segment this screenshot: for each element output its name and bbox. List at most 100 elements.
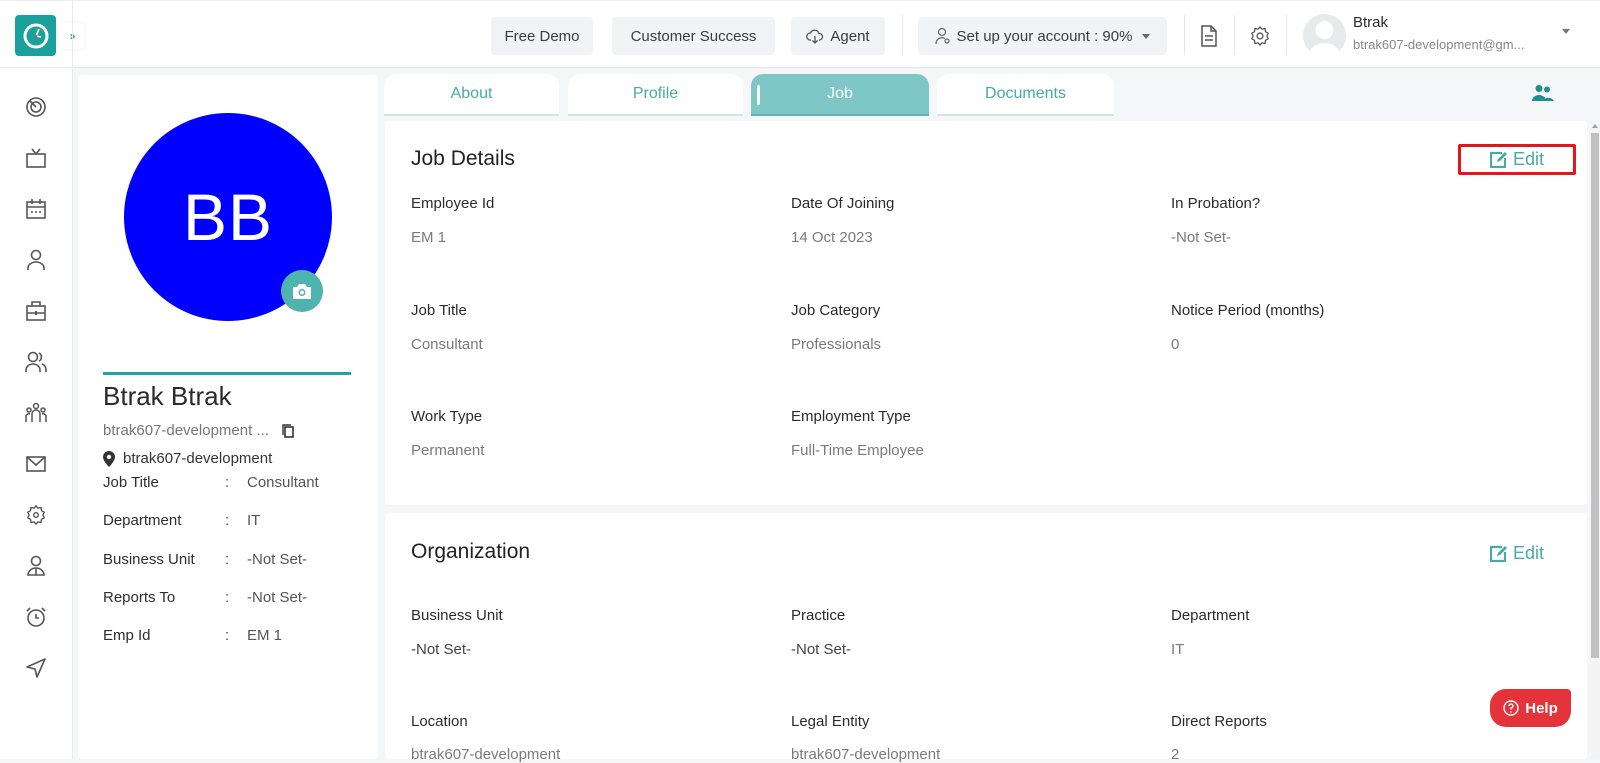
- profile-tabs: About Profile Job Documents: [384, 74, 1600, 118]
- app-logo[interactable]: [15, 15, 56, 56]
- user-name[interactable]: Btrak: [1353, 14, 1388, 31]
- employee-id-value: EM 1: [411, 229, 447, 246]
- nav-users[interactable]: [24, 350, 48, 374]
- nav-alarm[interactable]: [24, 605, 48, 629]
- in-probation-value: -Not Set-: [1171, 229, 1232, 246]
- tab-profile[interactable]: Profile: [568, 74, 743, 116]
- tab-job[interactable]: Job: [751, 74, 929, 116]
- copy-icon[interactable]: [281, 423, 295, 438]
- profile-detail-row: Emp Id : EM 1: [103, 627, 283, 644]
- work-type-value: Permanent: [411, 442, 485, 459]
- profile-location: btrak607-development: [103, 450, 272, 467]
- location-pin-icon: [103, 450, 115, 467]
- field-label: Location: [411, 713, 468, 730]
- profile-detail-row: Reports To : -Not Set-: [103, 589, 308, 606]
- profile-detail-row: Department : IT: [103, 512, 261, 529]
- expand-sidebar-button[interactable]: ›››: [58, 23, 84, 49]
- nav-settings[interactable]: [24, 503, 48, 527]
- department-value: IT: [1171, 641, 1185, 658]
- edit-icon: [1490, 545, 1507, 562]
- cloud-download-icon: [806, 29, 824, 44]
- user-settings-icon: [934, 27, 950, 45]
- nav-team[interactable]: [24, 401, 48, 425]
- job-details-card: Job Details Edit Employee Id EM 1 Date O…: [385, 121, 1587, 505]
- notice-period-value: 0: [1171, 336, 1180, 353]
- tab-documents[interactable]: Documents: [937, 74, 1114, 116]
- scroll-up-arrow-icon[interactable]: [1592, 124, 1598, 128]
- field-label: Direct Reports: [1171, 713, 1267, 730]
- nav-send[interactable]: [24, 656, 48, 680]
- user-icon: [27, 249, 45, 270]
- location-value: btrak607-development: [411, 746, 561, 763]
- profile-divider: [103, 372, 351, 375]
- question-circle-icon: [1503, 700, 1519, 716]
- profile-name: Btrak Btrak: [103, 381, 232, 411]
- legal-entity-value: btrak607-development: [791, 746, 941, 763]
- divider: [902, 15, 903, 55]
- employee-icon: [27, 555, 45, 576]
- user-menu-caret-icon[interactable]: [1562, 29, 1570, 34]
- top-bar: ››› Free Demo Customer Success Agent Set…: [0, 0, 1600, 68]
- job-title-value: Consultant: [411, 336, 483, 353]
- field-label: Notice Period (months): [1171, 302, 1325, 319]
- practice-value: -Not Set-: [791, 641, 852, 658]
- profile-card: BB Btrak Btrak btrak607-development ... …: [78, 75, 378, 759]
- user-avatar[interactable]: [1303, 14, 1346, 57]
- dashboard-icon: [26, 97, 46, 117]
- send-icon: [26, 658, 46, 678]
- field-label: Employment Type: [791, 408, 911, 425]
- tab-about[interactable]: About: [384, 74, 559, 116]
- customer-success-button[interactable]: Customer Success: [612, 17, 775, 55]
- field-label: Job Category: [791, 302, 881, 319]
- profile-detail-row: Job Title : Consultant: [103, 474, 319, 491]
- profile-email: btrak607-development ...: [103, 422, 295, 439]
- scrollbar-thumb[interactable]: [1591, 133, 1599, 658]
- date-of-joining-value: 14 Oct 2023: [791, 229, 873, 246]
- organization-edit-button[interactable]: Edit: [1490, 543, 1544, 564]
- user-email[interactable]: btrak607-development@gm...: [1353, 37, 1524, 52]
- sidebar-divider: [72, 0, 73, 759]
- divider: [1234, 15, 1235, 55]
- job-category-value: Professionals: [791, 336, 882, 353]
- left-navigation: [0, 68, 72, 759]
- profile-detail-row: Business Unit : -Not Set-: [103, 551, 308, 568]
- nav-calendar[interactable]: [24, 197, 48, 221]
- briefcase-icon: [26, 301, 46, 321]
- agent-button[interactable]: Agent: [791, 17, 885, 55]
- organization-title: Organization: [411, 540, 531, 563]
- free-demo-button[interactable]: Free Demo: [491, 17, 593, 55]
- edit-highlight-box: [1458, 144, 1576, 175]
- nav-mail[interactable]: [24, 452, 48, 476]
- gear-icon: [1251, 26, 1269, 46]
- divider: [1184, 15, 1185, 55]
- nav-user[interactable]: [24, 248, 48, 272]
- help-button[interactable]: Help: [1490, 689, 1571, 727]
- field-label: Legal Entity: [791, 713, 870, 730]
- user-silhouette-icon: [1308, 21, 1341, 57]
- field-label: Work Type: [411, 408, 483, 425]
- nav-tv[interactable]: [24, 146, 48, 170]
- field-label: Department: [1171, 607, 1250, 624]
- field-label: Job Title: [411, 302, 467, 319]
- nav-employee[interactable]: [24, 554, 48, 578]
- field-label: Employee Id: [411, 195, 495, 212]
- upload-photo-button[interactable]: [281, 270, 323, 312]
- nav-dashboard[interactable]: [24, 95, 48, 119]
- tv-icon: [26, 148, 46, 168]
- mail-icon: [26, 456, 46, 472]
- nav-briefcase[interactable]: [24, 299, 48, 323]
- divider: [1286, 15, 1287, 55]
- team-icon: [25, 402, 47, 422]
- team-view-button[interactable]: [1532, 84, 1554, 107]
- direct-reports-value: 2: [1171, 746, 1180, 763]
- document-button[interactable]: [1196, 23, 1222, 49]
- settings-button[interactable]: [1247, 23, 1273, 49]
- document-icon: [1201, 25, 1217, 47]
- job-details-title: Job Details: [411, 147, 515, 170]
- users-icon: [25, 351, 47, 372]
- field-label: Date Of Joining: [791, 195, 895, 212]
- setup-account-dropdown[interactable]: Set up your account : 90%: [918, 17, 1167, 55]
- settings-icon: [27, 505, 45, 525]
- calendar-icon: [26, 199, 46, 219]
- business-unit-value: -Not Set-: [411, 641, 472, 658]
